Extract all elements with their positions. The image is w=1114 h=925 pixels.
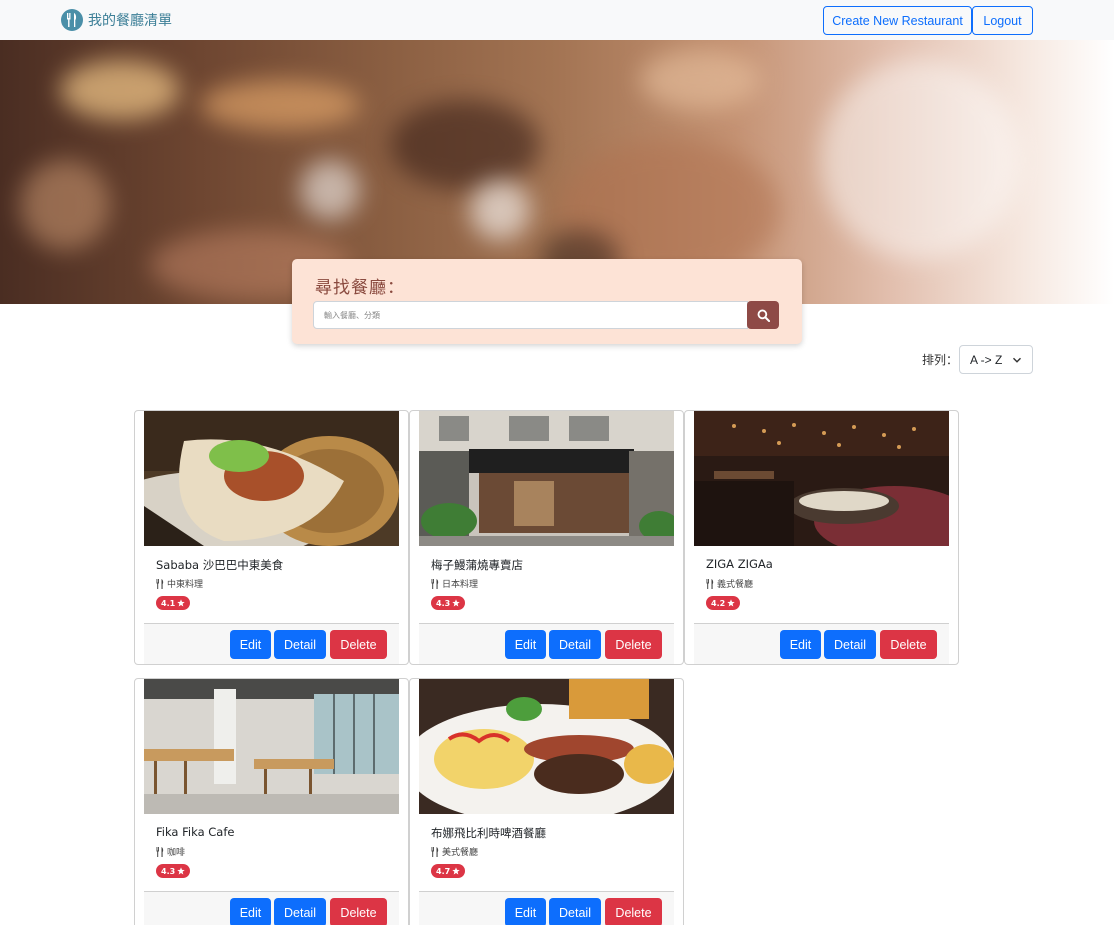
restaurant-name: 布娜飛比利時啤酒餐廳: [431, 826, 546, 840]
category-label: 中東料理: [167, 580, 204, 590]
rating-badge: 4.2: [706, 596, 741, 610]
logout-button[interactable]: Logout: [972, 6, 1033, 35]
detail-button[interactable]: Detail: [274, 630, 326, 659]
star-icon: [452, 599, 460, 607]
star-icon: [177, 599, 185, 607]
brand-title: 我的餐廳清單: [88, 13, 172, 29]
sort-select[interactable]: A -> Z: [959, 345, 1033, 374]
card-footer: Edit Detail Delete: [694, 623, 949, 664]
edit-button[interactable]: Edit: [505, 898, 546, 925]
rating-value: 4.7: [436, 866, 451, 876]
restaurant-card: Sababa 沙巴巴中東美食 中東料理 4.1 Edit Detail Dele…: [134, 410, 409, 665]
restaurant-name: Sababa 沙巴巴中東美食: [156, 558, 284, 572]
restaurant-card: 梅子鰻蒲燒專賣店 日本料理 4.3 Edit Detail Delete: [409, 410, 684, 665]
brand-link[interactable]: 我的餐廳清單: [61, 8, 172, 32]
restaurant-category: 義式餐廳: [706, 577, 753, 590]
utensils-icon: [156, 578, 164, 589]
restaurant-category: 咖啡: [156, 845, 185, 858]
edit-button[interactable]: Edit: [230, 630, 271, 659]
category-label: 日本料理: [442, 580, 479, 590]
restaurant-name: 梅子鰻蒲燒專賣店: [431, 558, 523, 572]
restaurant-photo[interactable]: [694, 411, 949, 546]
restaurant-name: Fika Fika Cafe: [156, 825, 235, 839]
card-footer: Edit Detail Delete: [144, 623, 399, 664]
sort-selected-value: A -> Z: [970, 352, 1003, 367]
delete-button[interactable]: Delete: [330, 898, 387, 925]
create-restaurant-button[interactable]: Create New Restaurant: [823, 6, 972, 35]
rating-value: 4.3: [436, 598, 451, 608]
search-input[interactable]: [313, 301, 748, 329]
card-footer: Edit Detail Delete: [419, 623, 674, 664]
edit-button[interactable]: Edit: [505, 630, 546, 659]
utensils-icon: [431, 578, 439, 589]
delete-button[interactable]: Delete: [330, 630, 387, 659]
search-icon: [757, 309, 770, 322]
star-icon: [452, 867, 460, 875]
card-footer: Edit Detail Delete: [144, 891, 399, 925]
restaurant-name: ZIGA ZIGAa: [706, 557, 773, 571]
restaurant-card: ZIGA ZIGAa 義式餐廳 4.2 Edit Detail Delete: [684, 410, 959, 665]
restaurant-photo[interactable]: [419, 679, 674, 814]
delete-button[interactable]: Delete: [880, 630, 937, 659]
navbar: 我的餐廳清單 Create New Restaurant Logout: [0, 0, 1114, 40]
category-label: 美式餐廳: [442, 848, 479, 858]
star-icon: [177, 867, 185, 875]
sort-label: 排列：: [922, 353, 959, 367]
delete-button[interactable]: Delete: [605, 630, 662, 659]
restaurant-photo[interactable]: [144, 679, 399, 814]
restaurant-photo[interactable]: [144, 411, 399, 546]
rating-badge: 4.1: [156, 596, 191, 610]
search-title: 尋找餐廳：: [315, 278, 405, 298]
category-label: 咖啡: [167, 848, 186, 858]
rating-badge: 4.3: [156, 864, 191, 878]
utensils-logo-icon: [61, 9, 83, 31]
restaurant-card: Fika Fika Cafe 咖啡 4.3 Edit Detail Delete: [134, 678, 409, 925]
utensils-icon: [431, 846, 439, 857]
search-button[interactable]: [747, 301, 779, 329]
chevron-down-icon: [1012, 357, 1022, 363]
star-icon: [727, 599, 735, 607]
detail-button[interactable]: Detail: [549, 630, 601, 659]
restaurant-category: 中東料理: [156, 577, 203, 590]
detail-button[interactable]: Detail: [824, 630, 876, 659]
rating-value: 4.2: [711, 598, 726, 608]
detail-button[interactable]: Detail: [549, 898, 601, 925]
restaurant-card: 布娜飛比利時啤酒餐廳 美式餐廳 4.7 Edit Detail Delete: [409, 678, 684, 925]
restaurant-category: 日本料理: [431, 577, 478, 590]
rating-badge: 4.3: [431, 596, 466, 610]
edit-button[interactable]: Edit: [230, 898, 271, 925]
utensils-icon: [706, 578, 714, 589]
restaurant-photo[interactable]: [419, 411, 674, 546]
restaurant-category: 美式餐廳: [431, 845, 478, 858]
delete-button[interactable]: Delete: [605, 898, 662, 925]
rating-value: 4.3: [161, 866, 176, 876]
rating-value: 4.1: [161, 598, 176, 608]
utensils-icon: [156, 846, 164, 857]
edit-button[interactable]: Edit: [780, 630, 821, 659]
rating-badge: 4.7: [431, 864, 466, 878]
card-footer: Edit Detail Delete: [419, 891, 674, 925]
search-panel: 尋找餐廳：: [292, 259, 802, 344]
detail-button[interactable]: Detail: [274, 898, 326, 925]
category-label: 義式餐廳: [717, 580, 754, 590]
